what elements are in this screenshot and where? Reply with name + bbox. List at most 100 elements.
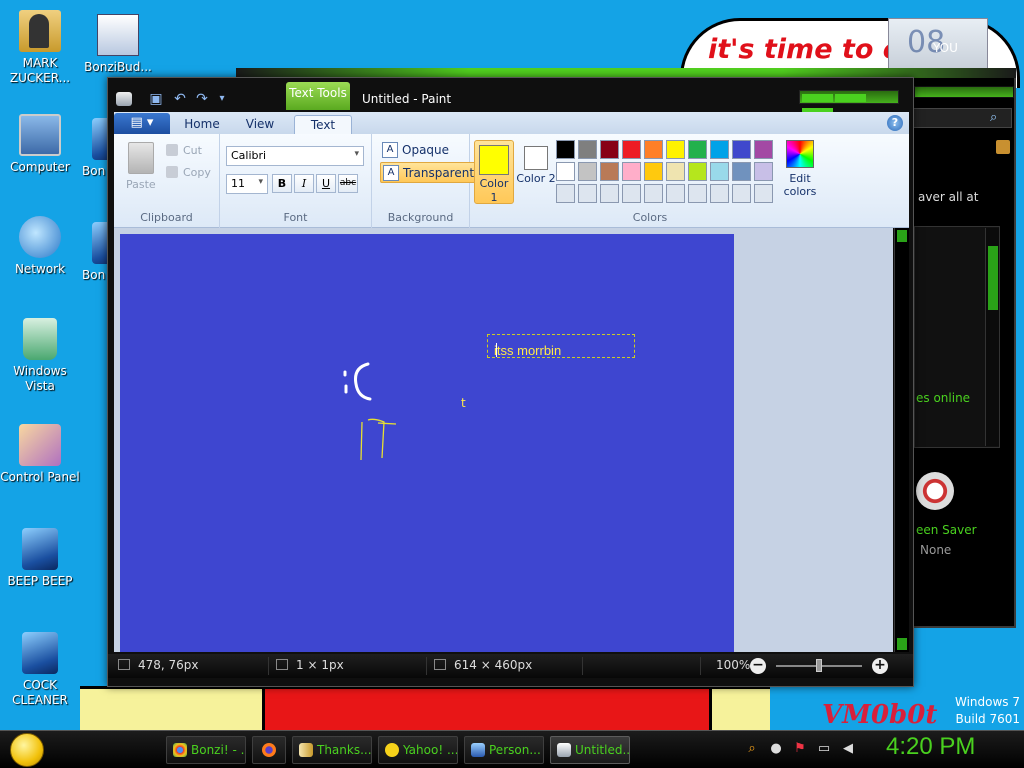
- palette-color-chip[interactable]: [600, 184, 619, 203]
- screen-saver-link[interactable]: een Saver: [916, 523, 977, 537]
- palette-color-chip[interactable]: [556, 162, 575, 181]
- pin-icon[interactable]: [996, 140, 1010, 154]
- palette-color-chip[interactable]: [688, 162, 707, 181]
- paint-menu-button[interactable]: ▤ ▾: [114, 113, 170, 134]
- palette-color-chip[interactable]: [710, 184, 729, 203]
- palette-color-chip[interactable]: [578, 140, 597, 159]
- palette-color-chip[interactable]: [622, 184, 641, 203]
- tab-home[interactable]: Home: [174, 115, 230, 134]
- paste-icon[interactable]: [128, 142, 154, 174]
- title-bar[interactable]: ▣ ↶ ↷ ▾ Text Tools Untitled - Paint: [108, 78, 913, 116]
- palette-color-chip[interactable]: [556, 184, 575, 203]
- palette-color-chip[interactable]: [688, 184, 707, 203]
- taskbar-button-paint[interactable]: Untitled...: [550, 736, 630, 764]
- search-tray-icon[interactable]: ⌕: [744, 741, 760, 757]
- maximize-button[interactable]: [835, 94, 866, 102]
- taskbar-button-thanks[interactable]: Thanks...: [292, 736, 372, 764]
- network-tray-icon[interactable]: ▭: [816, 741, 832, 757]
- drawing-canvas[interactable]: itss morrbin t: [120, 234, 734, 652]
- palette-color-chip[interactable]: [754, 162, 773, 181]
- control-panel-icon: [19, 424, 61, 466]
- palette-color-chip[interactable]: [732, 184, 751, 203]
- palette-color-chip[interactable]: [666, 162, 685, 181]
- paste-button[interactable]: Paste: [126, 178, 156, 191]
- taskbar-clock[interactable]: 4:20 PM: [886, 733, 975, 761]
- desktop-icon-bonzibuddy[interactable]: BonziBud...: [78, 14, 158, 75]
- palette-color-chip[interactable]: [644, 140, 663, 159]
- bold-button[interactable]: B: [272, 174, 292, 193]
- desktop-icon-mark-zucker[interactable]: MARK ZUCKER...: [0, 10, 80, 86]
- palette-color-chip[interactable]: [666, 184, 685, 203]
- palette-color-chip[interactable]: [578, 162, 597, 181]
- edit-colors-button[interactable]: Edit colors: [778, 140, 822, 204]
- color-2-button[interactable]: Color 2: [516, 140, 556, 204]
- palette-color-chip[interactable]: [688, 140, 707, 159]
- desktop-icon-network[interactable]: Network: [0, 216, 80, 277]
- text-box[interactable]: itss morrbin: [487, 334, 635, 358]
- paint-icon: [557, 743, 571, 757]
- window-controls[interactable]: [799, 90, 899, 116]
- zoom-in-button[interactable]: +: [872, 658, 888, 674]
- save-icon[interactable]: ▣: [148, 91, 164, 107]
- desktop-icon-beep-beep[interactable]: BEEP BEEP: [0, 528, 80, 589]
- transparent-option[interactable]: Transparent: [380, 162, 480, 183]
- palette-color-chip[interactable]: [732, 162, 751, 181]
- strikethrough-button[interactable]: abc: [338, 174, 358, 193]
- cut-button[interactable]: Cut: [166, 144, 202, 157]
- palette-color-chip[interactable]: [754, 184, 773, 203]
- redo-icon[interactable]: ↷: [194, 91, 210, 107]
- palette-color-chip[interactable]: [710, 162, 729, 181]
- search-icon[interactable]: ⌕: [990, 110, 1006, 126]
- palette-color-chip[interactable]: [600, 162, 619, 181]
- volume-icon[interactable]: ◀: [840, 741, 856, 757]
- taskbar-button-yahoo[interactable]: Yahoo! ...: [378, 736, 458, 764]
- customize-toolbar-icon[interactable]: ▾: [214, 91, 230, 107]
- minimize-button[interactable]: [802, 94, 833, 102]
- taskbar-button-firefox[interactable]: [252, 736, 286, 764]
- palette-color-chip[interactable]: [644, 162, 663, 181]
- font-family-select[interactable]: Calibri: [226, 146, 364, 166]
- background-window-controls[interactable]: [914, 86, 1014, 98]
- yellow-scribble-stroke: [360, 418, 397, 461]
- palette-color-chip[interactable]: [644, 184, 663, 203]
- taskbar-button-personalize[interactable]: Person...: [464, 736, 544, 764]
- palette-color-chip[interactable]: [600, 140, 619, 159]
- canvas-area[interactable]: itss morrbin t: [114, 228, 893, 652]
- zoom-slider-thumb[interactable]: [816, 659, 822, 672]
- tab-view[interactable]: View: [232, 115, 288, 134]
- palette-color-chip[interactable]: [732, 140, 751, 159]
- screen-saver-icon[interactable]: [916, 472, 954, 510]
- taskbar-button-bonzi[interactable]: Bonzi! - ...: [166, 736, 246, 764]
- desktop-icon-cock-cleaner[interactable]: COCK CLEANER: [0, 632, 80, 708]
- font-size-select[interactable]: 11: [226, 174, 268, 194]
- palette-color-chip[interactable]: [754, 140, 773, 159]
- palette-color-chip[interactable]: [666, 140, 685, 159]
- background-window-scrollbar[interactable]: [985, 228, 999, 446]
- start-button[interactable]: [10, 733, 44, 767]
- paint-window[interactable]: ▣ ↶ ↷ ▾ Text Tools Untitled - Paint ▤ ▾ …: [107, 77, 914, 687]
- messenger-tray-icon[interactable]: ●: [768, 741, 784, 757]
- palette-color-chip[interactable]: [578, 184, 597, 203]
- undo-icon[interactable]: ↶: [172, 91, 188, 107]
- palette-color-chip[interactable]: [622, 140, 641, 159]
- help-icon[interactable]: ?: [887, 115, 903, 131]
- palette-color-chip[interactable]: [622, 162, 641, 181]
- italic-button[interactable]: I: [294, 174, 314, 193]
- copy-button[interactable]: Copy: [166, 166, 211, 179]
- canvas-vertical-scrollbar[interactable]: [894, 228, 909, 652]
- underline-button[interactable]: U: [316, 174, 336, 193]
- desktop-icon-computer[interactable]: Computer: [0, 114, 80, 175]
- palette-color-chip[interactable]: [556, 140, 575, 159]
- desktop-icon-label: Control Panel: [0, 470, 80, 484]
- background-window-link[interactable]: es online: [916, 391, 970, 405]
- desktop-icon-windows-vista[interactable]: Windows Vista: [0, 318, 80, 394]
- palette-color-chip[interactable]: [710, 140, 729, 159]
- paint-app-icon[interactable]: [116, 92, 132, 106]
- color-1-button[interactable]: Color 1: [474, 140, 514, 204]
- scissors-icon: [166, 144, 178, 156]
- opaque-option[interactable]: Opaque: [380, 140, 449, 161]
- zoom-out-button[interactable]: −: [750, 658, 766, 674]
- desktop-icon-control-panel[interactable]: Control Panel: [0, 424, 80, 485]
- tab-text[interactable]: Text: [294, 115, 352, 134]
- action-center-icon[interactable]: ⚑: [792, 741, 808, 757]
